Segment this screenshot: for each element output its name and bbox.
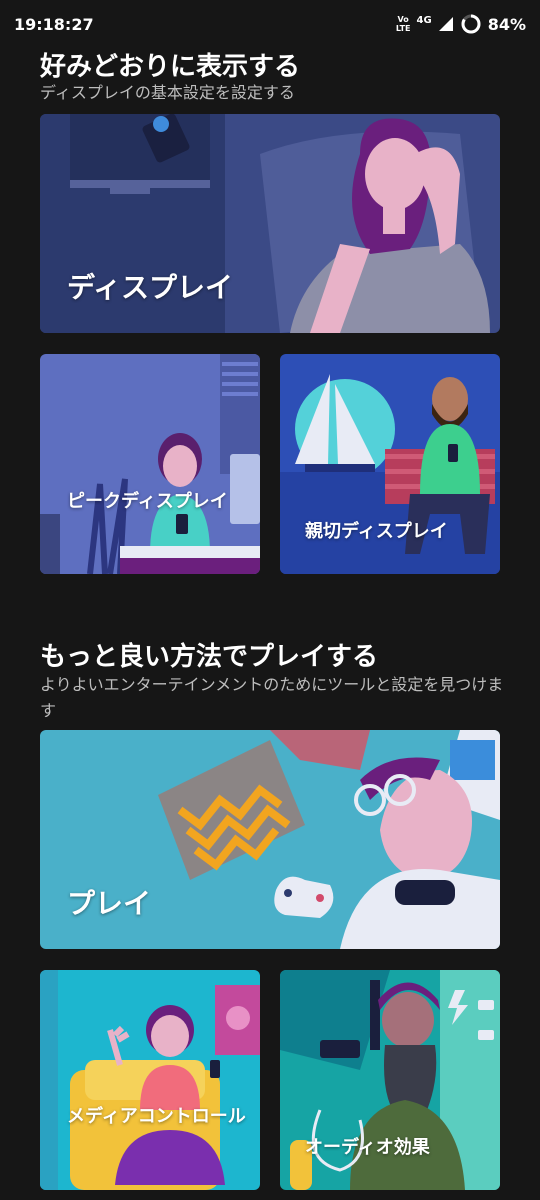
peek-display-illustration	[40, 354, 260, 574]
section-title-display: 好みどおりに表示する	[40, 52, 301, 82]
media-controls-illustration	[40, 970, 260, 1190]
card-label-play: プレイ	[67, 887, 152, 920]
card-display[interactable]: ディスプレイ	[40, 114, 500, 333]
section-subtitle-play: よりよいエンターテインメントのためにツールと設定を見つけます	[40, 675, 504, 720]
status-icons: Vo LTE 4G 84%	[396, 13, 526, 35]
card-label-media-controls: メディアコントロール	[67, 1106, 246, 1127]
card-attentive-display[interactable]: 親切ディスプレイ	[280, 354, 500, 574]
battery-ring-icon	[461, 14, 481, 34]
card-label-attentive-display: 親切ディスプレイ	[305, 521, 448, 542]
card-media-controls[interactable]: メディアコントロール	[40, 970, 260, 1190]
section-subtitle-display: ディスプレイの基本設定を設定する	[40, 83, 295, 102]
volte-bottom: LTE	[395, 24, 411, 33]
card-label-peek-display: ピークディスプレイ	[67, 491, 228, 512]
section-title-play: もっと良い方法でプレイする	[40, 642, 379, 672]
status-time: 19:18:27	[14, 14, 94, 34]
network-type: 4G	[416, 14, 432, 26]
signal-icon	[438, 17, 453, 31]
card-label-display: ディスプレイ	[67, 271, 234, 304]
status-bar: 19:18:27 Vo LTE 4G 84%	[0, 0, 540, 48]
volte-icon: Vo LTE	[396, 15, 411, 33]
card-label-audio-effects: オーディオ効果	[305, 1137, 430, 1158]
card-peek-display[interactable]: ピークディスプレイ	[40, 354, 260, 574]
battery-percent: 84%	[487, 14, 526, 34]
card-audio-effects[interactable]: オーディオ効果	[280, 970, 500, 1190]
volte-top: Vo	[397, 15, 409, 24]
card-play[interactable]: プレイ	[40, 730, 500, 949]
